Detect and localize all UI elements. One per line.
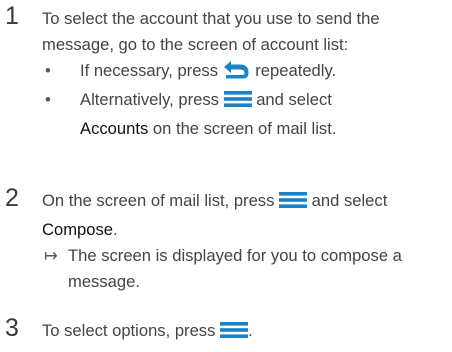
menu-icon [279, 191, 308, 217]
step-number: 2 [5, 184, 19, 212]
result-item: ↦ The screen is displayed for you to com… [42, 243, 448, 295]
bullet-mark: • [45, 61, 51, 80]
step-text: On the screen of mail list, press and se… [42, 188, 447, 243]
bullet-item: • Alternatively, press and select Accoun… [42, 87, 450, 142]
step-text: To select the account that you use to se… [42, 9, 380, 54]
accounts-label: Accounts [80, 119, 149, 138]
step-body: To select options, press . [42, 318, 447, 347]
compose-label: Compose [42, 220, 114, 239]
result-arrow-icon: ↦ [44, 246, 58, 265]
step-text-part: . [248, 321, 253, 340]
bullet-text: Alternatively, press [80, 90, 219, 109]
menu-icon [220, 321, 249, 347]
instruction-document: 1 To select the account that you use to … [0, 0, 452, 352]
step-body: On the screen of mail list, press and se… [42, 188, 447, 295]
menu-icon [223, 90, 252, 116]
result-text: The screen is displayed for you to compo… [68, 246, 402, 291]
bullet-text: repeatedly. [255, 61, 337, 80]
back-arrow-icon [223, 59, 251, 87]
bullet-item: • If necessary, press repeatedly. [42, 58, 450, 87]
bullet-text: If necessary, press [80, 61, 219, 80]
bullet-text: and select [256, 90, 332, 109]
bullet-text: on the screen of mail list. [152, 119, 337, 138]
step-text-part: and select [311, 191, 388, 210]
bullet-mark: • [45, 90, 51, 109]
step-text-part: . [113, 220, 118, 239]
step-text-part: To select options, press [42, 321, 216, 340]
step-number: 1 [5, 2, 19, 30]
step-text-part: On the screen of mail list, press [42, 191, 275, 210]
step-number: 3 [5, 314, 19, 342]
step-body: To select the account that you use to se… [42, 6, 447, 142]
